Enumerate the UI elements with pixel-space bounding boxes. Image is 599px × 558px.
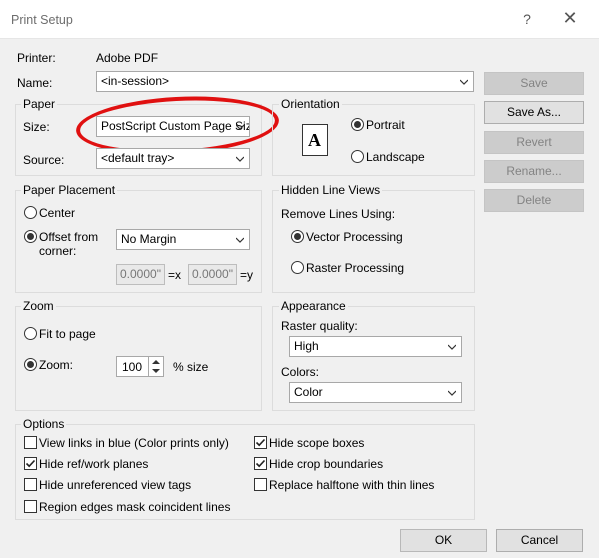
zoom-title: Zoom [21,299,56,313]
hidden-line-title: Hidden Line Views [279,183,383,197]
hide-crop-boundaries-label: Hide crop boundaries [269,457,384,471]
raster-processing-radio[interactable] [291,261,304,274]
hide-scope-boxes-label: Hide scope boxes [269,436,365,450]
offset-label-line1: Offset from [39,230,99,244]
margin-value: No Margin [121,232,177,246]
margin-dropdown[interactable]: No Margin [116,229,250,250]
region-edges-checkbox[interactable] [24,500,37,513]
zoom-percent-input[interactable]: 100 [116,356,164,377]
printer-label: Printer: [17,51,56,65]
offset-label-line2: corner: [39,244,77,258]
paper-source-label: Source: [23,153,65,167]
delete-button[interactable]: Delete [484,189,584,212]
name-label: Name: [17,76,53,90]
portrait-radio[interactable] [351,118,364,131]
chevron-down-icon [236,156,244,162]
colors-dropdown[interactable]: Color [289,382,462,403]
region-edges-label: Region edges mask coincident lines [39,500,231,514]
checkmark-icon [25,459,36,468]
center-label: Center [39,206,76,220]
checkmark-icon [255,459,266,468]
portrait-page-icon: A [302,124,328,156]
spin-up-icon[interactable] [152,359,160,365]
paper-source-value: <default tray> [101,151,175,165]
zoom-spinner[interactable] [148,357,163,376]
orientation-group-title: Orientation [279,97,342,111]
hide-unreferenced-checkbox[interactable] [24,478,37,491]
revert-button[interactable]: Revert [484,131,584,154]
landscape-label: Landscape [366,150,425,164]
help-icon[interactable]: ? [520,11,534,27]
center-radio[interactable] [24,206,37,219]
chevron-down-icon [236,237,244,243]
zoom-size-suffix: % size [173,360,209,374]
raster-processing-label: Raster Processing [306,261,405,275]
landscape-radio[interactable] [351,150,364,163]
colors-value: Color [294,385,323,399]
options-title: Options [21,417,67,431]
window-title: Print Setup [11,13,73,27]
chevron-down-icon [448,344,456,350]
cancel-button[interactable]: Cancel [496,529,583,552]
save-as-button[interactable]: Save As... [484,101,584,124]
offset-radio[interactable] [24,230,37,243]
offset-x-input[interactable]: 0.0000" [116,264,165,285]
hide-ref-planes-checkbox[interactable] [24,457,37,470]
save-button[interactable]: Save [484,72,584,95]
zoom-label: Zoom: [39,358,74,372]
fit-to-page-label: Fit to page [39,327,96,341]
colors-label: Colors: [281,365,320,379]
ok-button[interactable]: OK [400,529,487,552]
view-links-checkbox[interactable] [24,436,37,449]
printer-value: Adobe PDF [96,51,159,65]
rename-button[interactable]: Rename... [484,160,584,183]
zoom-radio[interactable] [24,358,37,371]
raster-quality-dropdown[interactable]: High [289,336,462,357]
zoom-percent-value: 100 [122,360,143,374]
close-icon[interactable]: ✕ [560,8,580,29]
paper-group-title: Paper [21,97,58,111]
vector-processing-radio[interactable] [291,230,304,243]
chevron-down-icon [448,390,456,396]
fit-to-page-radio[interactable] [24,327,37,340]
offset-y-suffix: =y [240,268,254,282]
paper-placement-title: Paper Placement [21,183,118,197]
name-dropdown[interactable]: <in-session> [96,71,474,92]
hide-scope-boxes-checkbox[interactable] [254,436,267,449]
spin-down-icon[interactable] [152,368,160,374]
replace-halftone-label: Replace halftone with thin lines [269,478,435,492]
view-links-label: View links in blue (Color prints only) [39,436,229,450]
offset-x-suffix: =x [168,268,182,282]
remove-lines-label: Remove Lines Using: [281,207,396,221]
paper-size-label: Size: [23,120,50,134]
raster-quality-value: High [294,339,319,353]
hide-crop-boundaries-checkbox[interactable] [254,457,267,470]
paper-source-dropdown[interactable]: <default tray> [96,148,250,169]
portrait-label: Portrait [366,118,405,132]
portrait-page-letter: A [308,130,321,150]
offset-y-input[interactable]: 0.0000" [188,264,237,285]
replace-halftone-checkbox[interactable] [254,478,267,491]
appearance-title: Appearance [279,299,348,313]
hide-ref-planes-label: Hide ref/work planes [39,457,149,471]
hide-unreferenced-label: Hide unreferenced view tags [39,478,192,492]
chevron-down-icon [460,79,468,85]
name-dropdown-value: <in-session> [101,74,170,88]
raster-quality-label: Raster quality: [281,319,358,333]
checkmark-icon [255,438,266,447]
vector-processing-label: Vector Processing [306,230,403,244]
